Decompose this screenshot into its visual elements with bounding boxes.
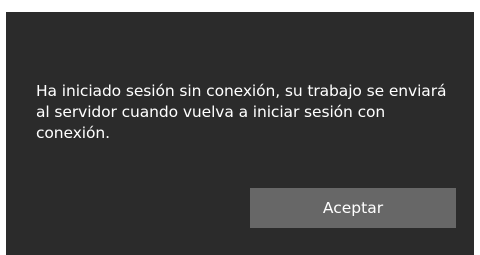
offline-session-dialog: Ha iniciado sesión sin conexión, su trab… [6,12,474,255]
accept-button[interactable]: Aceptar [250,188,456,228]
dialog-message: Ha iniciado sesión sin conexión, su trab… [36,82,447,142]
